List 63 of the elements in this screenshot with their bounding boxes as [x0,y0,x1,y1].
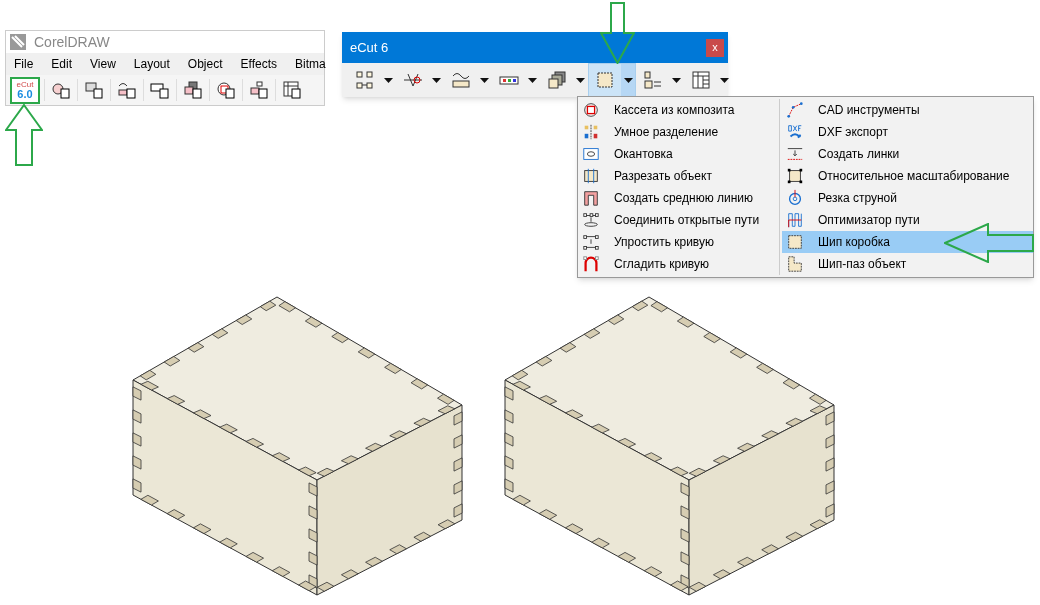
frame-icon [786,233,804,251]
arch-icon [582,189,600,207]
node-icon [249,80,269,100]
caret-icon [575,77,585,83]
menu-item[interactable]: View [90,55,116,73]
caret-icon [671,77,681,83]
polyline-icon [786,101,804,119]
shapes-icon [51,80,71,100]
frame-icon [595,70,615,90]
ecut-button[interactable]: eCut 6.0 [10,76,40,104]
caret-icon [479,77,489,83]
align-icon [643,70,663,90]
menu-item[interactable]: Умное разделение [578,121,777,143]
menu-item[interactable]: Разрезать объект [578,165,777,187]
connected-nodes-icon [582,211,600,229]
menu-item[interactable]: File [14,55,34,73]
menu-item[interactable]: Шип-паз объект [782,253,1033,275]
layers-icon [547,70,567,90]
menu-item[interactable]: Edit [51,55,73,73]
menu-item[interactable]: Оптимизатор пути [782,209,1033,231]
caret-icon [431,77,441,83]
circle-target-icon [786,189,804,207]
menu-item[interactable]: CAD инструменты [782,99,1033,121]
table-icon [282,80,302,100]
menu-item[interactable]: Резка струной [782,187,1033,209]
menu-item[interactable]: Окантовка [578,143,777,165]
up-arrow-drawing [5,104,43,166]
arch-curve-icon [582,255,600,273]
table-icon [691,70,711,90]
caret-icon [623,77,633,83]
menu-item[interactable]: Соединить открытые пути [578,209,777,231]
layers-icon [183,80,203,100]
menu-item[interactable]: Сгладить кривую [578,253,777,275]
windows-icon [84,80,104,100]
caret-icon [719,77,729,83]
menu-item[interactable]: Layout [133,55,170,73]
menu-item[interactable]: Effects [240,55,277,73]
link-line-icon [786,145,804,163]
nodes-icon [355,70,375,90]
scale-frame-icon [786,167,804,185]
caret-icon [527,77,537,83]
cut-frame-icon [582,167,600,185]
split-grid-icon [582,123,600,141]
zigzag-path-icon [786,211,804,229]
menu-item[interactable]: Упростить кривую [578,231,777,253]
octagon-icon [216,80,236,100]
menu-item[interactable]: Создать линки [782,143,1033,165]
menu-item[interactable]: Относительное масштабирование [782,165,1033,187]
app-logo-icon [10,34,26,50]
menu-item[interactable]: Bitma [295,55,326,73]
down-arrow-drawing [600,2,635,64]
window-title: CorelDRAW [34,32,110,52]
close-button[interactable]: x [706,38,724,57]
menu-item[interactable]: DXF экспорт [782,121,1033,143]
export-arrow-icon [786,123,804,141]
caret-icon [383,77,393,83]
menu-item[interactable]: Создать среднюю линию [578,187,777,209]
tab-slot-icon [786,255,804,273]
menu-item[interactable]: Object [187,55,223,73]
menu-item[interactable]: Кассета из композита [578,99,777,121]
menu-item[interactable]: Шип коробка [782,231,1033,253]
simplify-nodes-icon [582,233,600,251]
window-title: eCut 6 [350,38,389,57]
